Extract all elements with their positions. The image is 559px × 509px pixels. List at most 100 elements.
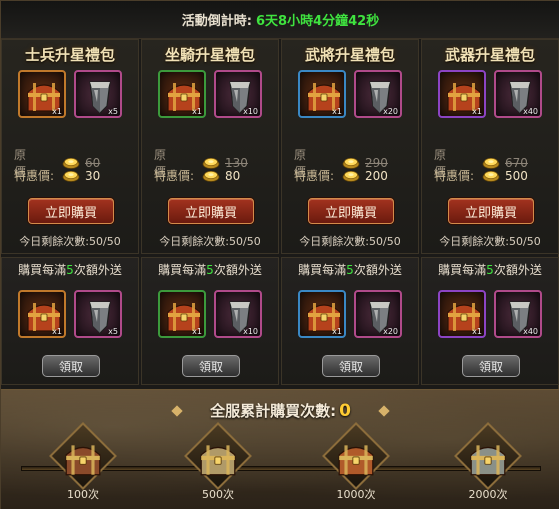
package-weapon: 武器升星禮包 x1 x40 原 價: 670 特惠價: 500 立即購買 今日剩… xyxy=(421,39,559,254)
bonus-condition-prefix: 購買每滿 xyxy=(438,263,487,277)
bonus-condition: 購買每滿5次額外送 xyxy=(142,261,278,278)
claim-button[interactable]: 領取 xyxy=(462,355,520,377)
sale-price-label: 特惠價: xyxy=(434,169,475,183)
remaining-purchases: 今日剩餘次數:50/50 xyxy=(159,235,261,248)
countdown-value: 6天8小時4分鐘42秒 xyxy=(255,14,380,29)
milestone-label: 2000次 xyxy=(468,488,508,501)
bonus-chest-item-slot[interactable]: x1 xyxy=(158,290,206,338)
server-total-label: 全服累計購買次數: xyxy=(210,402,337,420)
gold-coin-icon xyxy=(202,170,220,182)
item-quantity: x1 xyxy=(192,327,202,336)
milestone-reward-4[interactable] xyxy=(443,422,533,490)
bonus-condition-suffix: 次額外送 xyxy=(213,263,262,277)
remaining-purchases: 今日剩餘次數:50/50 xyxy=(299,235,401,248)
sale-price-label: 特惠價: xyxy=(294,169,335,183)
bonus-upgrade-stone-item-slot[interactable]: x5 xyxy=(74,290,122,338)
buy-now-button[interactable]: 立即購買 xyxy=(168,198,254,224)
bonus-condition-count: 5 xyxy=(206,263,214,277)
server-total-title: 全服累計購買次數: 0 xyxy=(1,400,559,421)
package-general: 武將升星禮包 x1 x20 原 價: 290 特惠價: 200 立即購買 今日剩… xyxy=(281,39,419,254)
bonus-weapon: 購買每滿5次額外送 x1 x40 領取 xyxy=(421,257,559,385)
chest-item-slot[interactable]: x1 xyxy=(18,70,66,118)
package-mount: 坐騎升星禮包 x1 x10 原 價: 130 特惠價: 80 立即購買 今日剩餘… xyxy=(141,39,279,254)
item-quantity: x20 xyxy=(383,107,398,116)
package-title: 武將升星禮包 xyxy=(304,46,395,64)
item-quantity: x10 xyxy=(243,327,258,336)
countdown-label: 活動倒計時: xyxy=(181,14,252,29)
package-title: 坐騎升星禮包 xyxy=(164,46,255,64)
milestone-label: 1000次 xyxy=(336,488,376,501)
event-countdown-bar: 活動倒計時: 6天8小時4分鐘42秒 xyxy=(1,1,559,39)
sale-price-value: 500 xyxy=(505,168,528,183)
bonus-mount: 購買每滿5次額外送 x1 x10 領取 xyxy=(141,257,279,385)
chest-item-slot[interactable]: x1 xyxy=(438,70,486,118)
sale-price-label: 特惠價: xyxy=(14,169,55,183)
item-quantity: x1 xyxy=(332,107,342,116)
sale-price-row: 特惠價: 200 xyxy=(294,167,388,184)
claim-button[interactable]: 領取 xyxy=(182,355,240,377)
item-quantity: x5 xyxy=(108,327,118,336)
bonus-general: 購買每滿5次額外送 x1 x20 領取 xyxy=(281,257,419,385)
package-soldier: 士兵升星禮包 x1 x5 原 價: 60 特惠價: 30 立即購買 今日剩餘次數… xyxy=(1,39,139,254)
bonus-condition-suffix: 次額外送 xyxy=(73,263,122,277)
milestone-reward-3[interactable] xyxy=(311,422,401,490)
item-quantity: x1 xyxy=(472,327,482,336)
upgrade-stone-item-slot[interactable]: x40 xyxy=(494,70,542,118)
item-quantity: x1 xyxy=(472,107,482,116)
bonus-chest-item-slot[interactable]: x1 xyxy=(18,290,66,338)
remaining-purchases: 今日剩餘次數:50/50 xyxy=(439,235,541,248)
milestone-reward-2[interactable] xyxy=(173,422,263,490)
gold-coin-icon xyxy=(482,170,500,182)
item-quantity: x1 xyxy=(332,327,342,336)
item-quantity: x5 xyxy=(108,107,118,116)
upgrade-stone-item-slot[interactable]: x10 xyxy=(214,70,262,118)
item-quantity: x10 xyxy=(243,107,258,116)
bonus-condition-prefix: 購買每滿 xyxy=(158,263,207,277)
upgrade-stone-item-slot[interactable]: x20 xyxy=(354,70,402,118)
buy-now-button[interactable]: 立即購買 xyxy=(448,198,534,224)
bonus-upgrade-stone-item-slot[interactable]: x20 xyxy=(354,290,402,338)
upgrade-stone-item-slot[interactable]: x5 xyxy=(74,70,122,118)
bonus-condition: 購買每滿5次額外送 xyxy=(282,261,418,278)
bonus-upgrade-stone-item-slot[interactable]: x10 xyxy=(214,290,262,338)
bonus-condition-count: 5 xyxy=(486,263,494,277)
bonus-condition: 購買每滿5次額外送 xyxy=(422,261,558,278)
item-quantity: x40 xyxy=(523,327,538,336)
package-title: 武器升星禮包 xyxy=(444,46,535,64)
gold-coin-icon xyxy=(342,170,360,182)
package-title: 士兵升星禮包 xyxy=(24,46,115,64)
bonus-condition-count: 5 xyxy=(66,263,74,277)
gold-coin-icon xyxy=(62,170,80,182)
sale-price-row: 特惠價: 500 xyxy=(434,167,528,184)
bonus-condition-count: 5 xyxy=(346,263,354,277)
milestone-reward-1[interactable] xyxy=(38,422,128,490)
bonus-chest-item-slot[interactable]: x1 xyxy=(298,290,346,338)
remaining-purchases: 今日剩餘次數:50/50 xyxy=(19,235,121,248)
bonus-condition: 購買每滿5次額外送 xyxy=(2,261,138,278)
milestone-label: 500次 xyxy=(202,488,234,501)
claim-button[interactable]: 領取 xyxy=(322,355,380,377)
gift-pack-panel: 活動倒計時: 6天8小時4分鐘42秒 士兵升星禮包 x1 x5 原 價: 60 … xyxy=(0,0,559,509)
claim-button[interactable]: 領取 xyxy=(42,355,100,377)
sale-price-value: 30 xyxy=(85,168,101,183)
bonus-chest-item-slot[interactable]: x1 xyxy=(438,290,486,338)
bonus-condition-suffix: 次額外送 xyxy=(493,263,542,277)
sale-price-label: 特惠價: xyxy=(154,169,195,183)
milestone-label: 100次 xyxy=(67,488,99,501)
bonus-condition-prefix: 購買每滿 xyxy=(298,263,347,277)
sale-price-value: 80 xyxy=(225,168,241,183)
chest-item-slot[interactable]: x1 xyxy=(298,70,346,118)
bonus-soldier: 購買每滿5次額外送 x1 x5 領取 xyxy=(1,257,139,385)
buy-now-button[interactable]: 立即購買 xyxy=(28,198,114,224)
sale-price-value: 200 xyxy=(365,168,388,183)
sale-price-row: 特惠價: 80 xyxy=(154,167,240,184)
bonus-upgrade-stone-item-slot[interactable]: x40 xyxy=(494,290,542,338)
bonus-condition-suffix: 次額外送 xyxy=(353,263,402,277)
item-quantity: x1 xyxy=(192,107,202,116)
chest-item-slot[interactable]: x1 xyxy=(158,70,206,118)
item-quantity: x1 xyxy=(52,107,62,116)
server-total-value: 0 xyxy=(339,401,351,421)
sale-price-row: 特惠價: 30 xyxy=(14,167,100,184)
item-quantity: x40 xyxy=(523,107,538,116)
buy-now-button[interactable]: 立即購買 xyxy=(308,198,394,224)
